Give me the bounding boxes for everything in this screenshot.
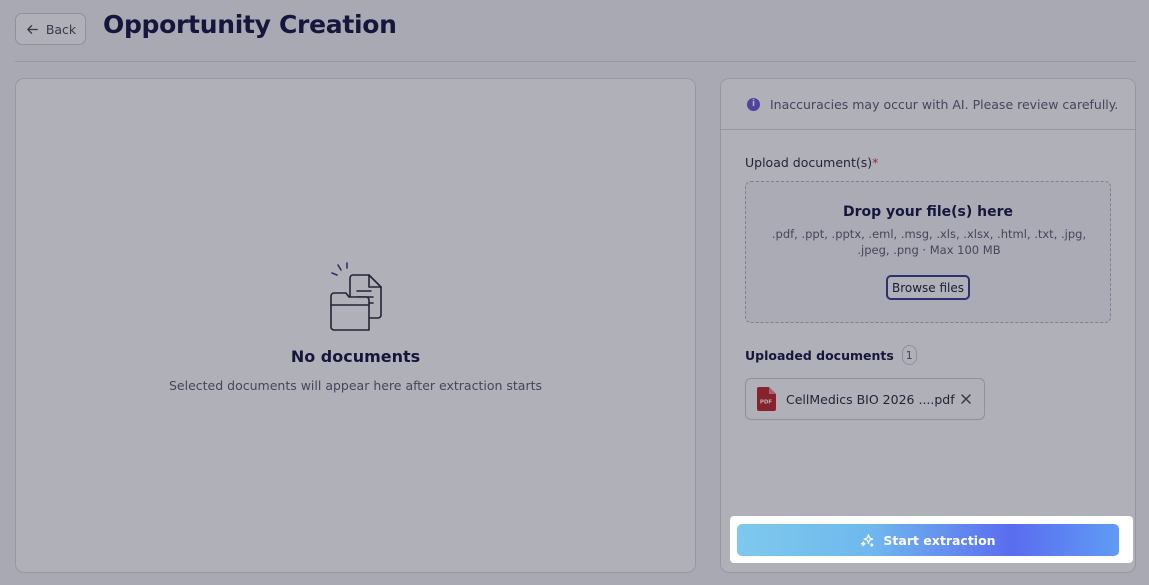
start-extraction-button[interactable]: Start extraction xyxy=(737,524,1119,556)
upload-label: Upload document(s)* xyxy=(745,155,878,170)
required-marker: * xyxy=(872,155,879,170)
page-title: Opportunity Creation xyxy=(103,10,397,39)
header-divider xyxy=(15,61,1136,62)
pdf-file-icon: PDF xyxy=(756,387,776,411)
start-extraction-label: Start extraction xyxy=(883,532,996,548)
upload-panel: i Inaccuracies may occur with AI. Please… xyxy=(720,78,1136,573)
arrow-left-icon xyxy=(26,24,38,34)
svg-text:PDF: PDF xyxy=(760,400,773,406)
page-header: Back Opportunity Creation xyxy=(0,0,1149,62)
back-label: Back xyxy=(45,21,77,37)
documents-folder-icon xyxy=(330,262,382,331)
dropzone-title: Drop your file(s) here xyxy=(842,204,1014,220)
uploaded-count-badge: 1 xyxy=(901,345,917,365)
ai-notice-text: Inaccuracies may occur with AI. Please r… xyxy=(770,96,1119,112)
uploaded-file-name: CellMedics BIO 2026 ....pdf xyxy=(786,391,955,407)
ai-notice: i Inaccuracies may occur with AI. Please… xyxy=(721,79,1135,130)
dropzone-formats: .pdf, .ppt, .pptx, .eml, .msg, .xls, .xl… xyxy=(771,227,1087,257)
browse-files-button[interactable]: Browse files xyxy=(886,275,970,300)
empty-state-subtitle: Selected documents will appear here afte… xyxy=(169,378,542,393)
info-icon: i xyxy=(747,97,760,111)
uploaded-documents-heading: Uploaded documents 1 xyxy=(745,345,917,365)
uploaded-file-chip[interactable]: PDF CellMedics BIO 2026 ....pdf xyxy=(745,378,985,420)
file-dropzone[interactable]: Drop your file(s) here .pdf, .ppt, .pptx… xyxy=(745,181,1111,323)
sparkle-icon xyxy=(861,533,874,547)
uploaded-documents-label: Uploaded documents xyxy=(745,347,894,363)
upload-label-text: Upload document(s) xyxy=(745,155,873,170)
documents-preview-panel: No documents Selected documents will app… xyxy=(15,78,696,573)
opportunity-creation-page: Back Opportunity Creation No documents S… xyxy=(0,0,1149,585)
close-icon[interactable] xyxy=(958,391,974,407)
empty-state-title: No documents xyxy=(290,347,421,366)
back-button[interactable]: Back xyxy=(15,13,86,45)
